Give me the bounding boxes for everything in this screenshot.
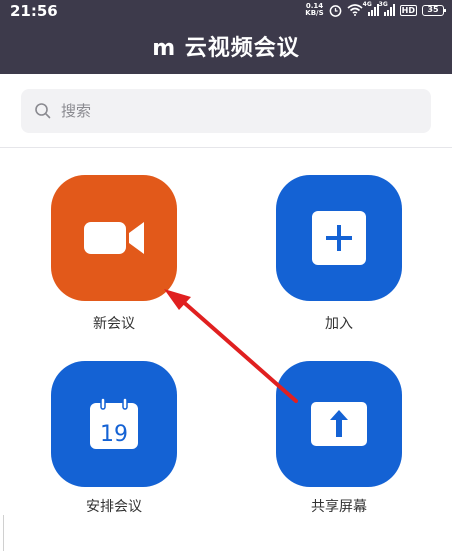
join-label: 加入 <box>325 316 353 332</box>
search-icon <box>35 103 51 119</box>
join-button[interactable] <box>276 175 402 301</box>
cell-signal-icon: 4G <box>363 1 379 16</box>
share-screen-label: 共享屏幕 <box>311 499 367 515</box>
status-time: 21:56 <box>10 2 58 20</box>
plus-icon <box>312 211 366 265</box>
share-screen-button[interactable] <box>276 361 402 487</box>
calendar-icon: 19 <box>90 397 138 449</box>
alarm-icon <box>329 4 342 17</box>
hd-icon: HD <box>399 4 417 16</box>
new-meeting-label: 新会议 <box>93 316 135 332</box>
status-icons: 0.14 KB/S 4G 3G HD 35 <box>305 1 446 17</box>
schedule-meeting-label: 安排会议 <box>86 499 142 515</box>
svg-text:19: 19 <box>100 422 128 447</box>
divider <box>0 147 452 148</box>
network-speed: 0.14 KB/S <box>305 2 324 17</box>
search-input[interactable] <box>61 102 401 120</box>
cell-signal-icon-2: 3G <box>379 1 395 16</box>
top-bar: 21:56 0.14 KB/S 4G 3G HD 35 m 云视频会议 <box>0 0 452 74</box>
search-bar[interactable] <box>21 89 431 133</box>
upload-arrow-icon <box>311 402 367 446</box>
battery-icon: 35 <box>422 4 446 16</box>
new-meeting-button[interactable] <box>51 175 177 301</box>
wifi-icon <box>347 4 363 16</box>
page-title: m 云视频会议 <box>152 36 300 61</box>
schedule-meeting-button[interactable]: 19 <box>51 361 177 487</box>
edge-mark <box>0 515 4 551</box>
video-camera-icon <box>84 222 144 254</box>
